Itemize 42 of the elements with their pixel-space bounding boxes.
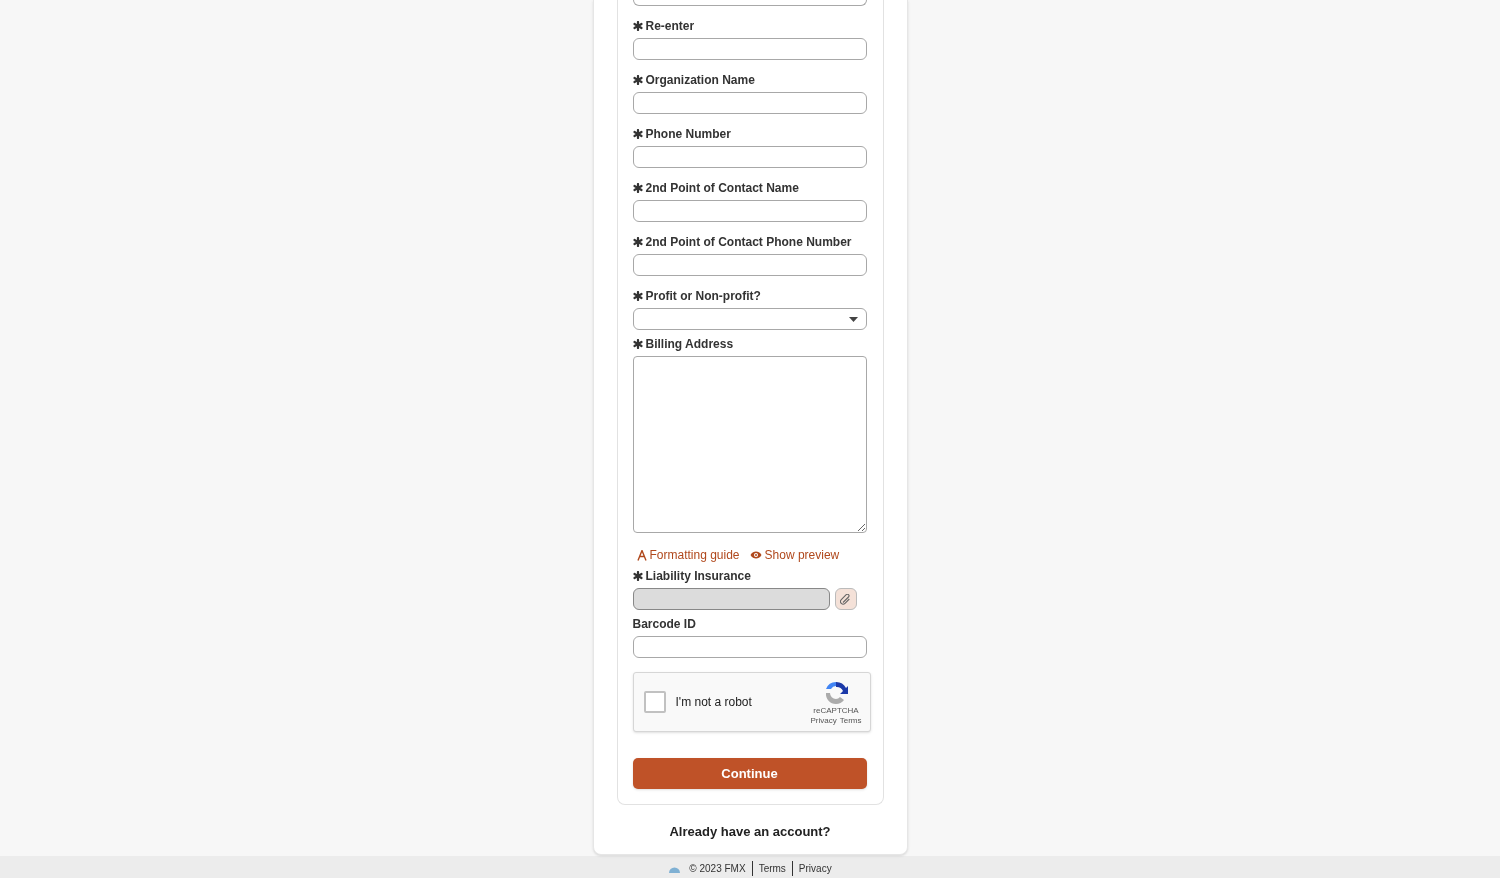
required-icon xyxy=(632,21,643,31)
select-field[interactable] xyxy=(632,308,867,330)
attach-button[interactable] xyxy=(834,588,857,610)
field-label: Phone Number xyxy=(645,126,731,143)
field-label: Organization Name xyxy=(645,72,755,89)
sign-in-link[interactable]: Already have an account? xyxy=(669,822,831,842)
footer-link[interactable]: Privacy xyxy=(791,861,832,876)
eye-icon xyxy=(749,551,762,559)
captcha-label: I'm not a robot xyxy=(675,694,753,711)
dropdown-caret-icon xyxy=(848,316,858,322)
field-label: Liability Insurance xyxy=(645,568,751,585)
field-label: Re-enter xyxy=(645,18,695,35)
recaptcha-link[interactable]: Terms xyxy=(839,715,862,725)
show-preview-link[interactable]: Show preview xyxy=(749,546,840,564)
recaptcha-logo-icon xyxy=(823,679,849,706)
text-field[interactable] xyxy=(632,200,867,222)
text-field[interactable] xyxy=(632,146,867,168)
required-icon xyxy=(632,129,643,139)
field-label: 2nd Point of Contact Phone Number xyxy=(645,234,852,251)
required-icon xyxy=(632,339,643,349)
field-label: 2nd Point of Contact Name xyxy=(645,180,799,197)
field-label: Barcode ID xyxy=(632,616,696,633)
text-field[interactable] xyxy=(632,92,867,114)
footer-link[interactable]: Terms xyxy=(751,861,786,876)
formatting-guide-link[interactable]: Formatting guide xyxy=(636,546,740,564)
required-icon xyxy=(632,75,643,85)
captcha-checkbox[interactable] xyxy=(643,691,666,713)
recaptcha-link[interactable]: Privacy xyxy=(810,715,837,725)
text-field[interactable] xyxy=(632,38,867,60)
text-field[interactable] xyxy=(632,636,867,658)
required-icon xyxy=(632,183,643,193)
required-icon xyxy=(632,237,643,247)
field-label: Billing Address xyxy=(645,336,734,353)
text-field[interactable] xyxy=(632,254,867,276)
required-icon xyxy=(632,291,643,301)
paperclip-icon xyxy=(840,593,851,605)
recaptcha-brand: reCAPTCHA xyxy=(813,705,859,716)
field-label: Profit or Non-profit? xyxy=(645,288,761,305)
continue-button[interactable]: Continue xyxy=(632,758,867,789)
required-icon xyxy=(632,571,643,581)
letter-icon xyxy=(636,549,647,561)
copyright-text: © 2023 FMX xyxy=(689,862,746,876)
